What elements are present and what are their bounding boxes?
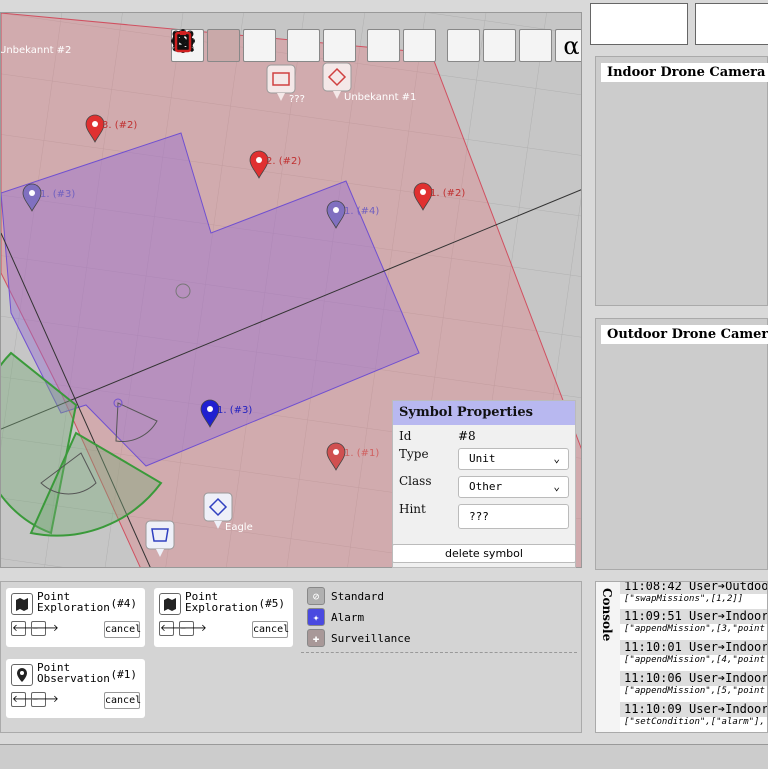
class-label: Class: [399, 474, 432, 488]
symbol-properties-title: Symbol Properties: [393, 401, 575, 425]
clipboard-button[interactable]: [174, 29, 552, 62]
type-value: Unit: [469, 452, 496, 465]
move-left-button[interactable]: 🡐: [11, 621, 39, 636]
clipboard-icon: [174, 31, 192, 53]
console-entry: 11:10:01 User➔Indoor ["appendMission",[4…: [620, 640, 768, 666]
undo-button[interactable]: [173, 29, 400, 62]
top-box-1[interactable]: [590, 3, 688, 45]
redo-button[interactable]: [172, 29, 436, 62]
transform-button[interactable]: [172, 29, 516, 62]
alpha-icon: α: [563, 31, 580, 60]
zoom-in-button[interactable]: [172, 29, 320, 62]
map-point-icon: [11, 593, 33, 615]
console-panel[interactable]: Console 11:08:42 User➔Outdoor ["swapMiss…: [595, 581, 768, 733]
entry-time: 11:10:06 User➔Indoor: [624, 671, 768, 685]
console-entry: 11:08:42 User➔Outdoor ["swapMissions",[1…: [620, 581, 768, 605]
indoor-camera-title: Indoor Drone Camera: [601, 63, 768, 82]
map-toolbar: α: [171, 29, 581, 62]
hint-value: ???: [469, 510, 489, 523]
symbol-properties-panel: Symbol Properties Id #8 Type Unit ⌄ Clas…: [392, 400, 576, 568]
mission-card[interactable]: Point Exploration (#5) 🡐 🡒 cancel: [154, 588, 293, 647]
entry-time: 11:10:01 User➔Indoor: [624, 640, 768, 654]
divider: [301, 652, 577, 653]
entry-command: ["appendMission",[4,"point: [620, 655, 767, 666]
move-left-button[interactable]: 🡐: [11, 692, 39, 707]
type-select[interactable]: Unit ⌄: [458, 448, 569, 470]
console-title: Console: [600, 588, 614, 642]
indoor-camera-panel: Indoor Drone Camera: [595, 56, 768, 306]
condition-label: Alarm: [331, 610, 365, 624]
pin-label: 1. (#4): [344, 206, 380, 217]
move-right-button[interactable]: 🡒: [31, 621, 59, 636]
status-bar: [0, 744, 768, 769]
mission-number: (#4): [110, 597, 138, 610]
console-entry: 11:10:06 User➔Indoor ["appendMission",[5…: [620, 671, 768, 697]
console-entry: 11:10:09 User➔Indoor ["setCondition",["a…: [620, 702, 768, 728]
condition-surveillance[interactable]: ✚ Surveillance: [307, 629, 410, 647]
top-box-2[interactable]: [695, 3, 768, 45]
entry-command: ["setCondition",["alarm"],: [620, 717, 767, 728]
console-entry: 11:09:51 User➔Indoor ["appendMission",[3…: [620, 609, 768, 635]
entry-time: 11:10:09 User➔Indoor: [624, 702, 768, 716]
mission-number: (#1): [110, 668, 138, 681]
chevron-down-icon: ⌄: [553, 480, 560, 493]
move-right-button[interactable]: 🡒: [31, 692, 59, 707]
delete-symbol-button[interactable]: delete symbol: [392, 544, 576, 563]
entry-time: 11:09:51 User➔Indoor: [624, 609, 768, 623]
cancel-button[interactable]: cancel: [104, 692, 141, 709]
console-tab: Console: [596, 582, 620, 732]
missions-panel: Point Exploration (#4) 🡐 🡒 cancel Point …: [0, 581, 582, 733]
pin-label: 2. (#2): [266, 156, 302, 167]
map-point-icon: [159, 593, 181, 615]
location-pin-icon: [11, 664, 33, 686]
outdoor-camera-panel: Outdoor Drone Camera: [595, 318, 768, 570]
class-value: Other: [469, 480, 503, 493]
chevron-down-icon: ⌄: [553, 452, 560, 465]
entry-time: 11:08:42 User➔Outdoor: [624, 581, 768, 593]
pin-label: 1. (#2): [430, 188, 466, 199]
class-select[interactable]: Other ⌄: [458, 476, 569, 498]
cancel-button[interactable]: cancel: [252, 621, 289, 638]
alarm-icon: ✦: [307, 608, 325, 626]
pin-label: 1. (#3): [40, 189, 76, 200]
outdoor-camera-title: Outdoor Drone Camera: [601, 325, 768, 344]
mission-name: Point Observation: [37, 661, 110, 685]
condition-label: Surveillance: [331, 631, 411, 645]
move-left-button[interactable]: 🡐: [159, 621, 187, 636]
mission-card[interactable]: Point Exploration (#4) 🡐 🡒 cancel: [6, 588, 145, 647]
drone-swarm-button[interactable]: [171, 29, 276, 62]
hint-label: Hint: [399, 502, 426, 516]
mission-number: (#5): [258, 597, 286, 610]
drone-button[interactable]: [172, 29, 240, 62]
mission-name: Point Exploration: [37, 590, 110, 614]
pin-label: 3. (#2): [102, 120, 138, 131]
entry-command: ["appendMission",[3,"point: [620, 624, 767, 635]
mission-name: Point Exploration: [185, 590, 258, 614]
condition-label: Standard: [331, 589, 384, 603]
standard-icon: ⊘: [307, 587, 325, 605]
pin-label: 1. (#1): [344, 448, 380, 459]
id-label: Id: [399, 429, 412, 443]
type-label: Type: [399, 447, 429, 461]
label-unbekannt-1: Unbekannt #1: [344, 92, 417, 103]
surveillance-icon: ✚: [307, 629, 325, 647]
id-value: #8: [458, 429, 476, 443]
label-unknown: ???: [289, 94, 305, 105]
hint-input[interactable]: ???: [458, 504, 569, 529]
label-unbekannt-2: Unbekannt #2: [0, 45, 72, 56]
condition-alarm[interactable]: ✦ Alarm: [307, 608, 364, 626]
move-right-button[interactable]: 🡒: [179, 621, 207, 636]
zoom-out-button[interactable]: [172, 29, 356, 62]
pin-label: 1. (#3): [217, 405, 253, 416]
entry-command: ["swapMissions",[1,2]]: [620, 594, 767, 605]
mission-card[interactable]: Point Observation (#1) 🡐 🡒 cancel: [6, 659, 145, 718]
alpha-button[interactable]: α: [555, 29, 581, 62]
label-eagle: Eagle: [225, 522, 253, 533]
cancel-button[interactable]: cancel: [104, 621, 141, 638]
condition-standard[interactable]: ⊘ Standard: [307, 587, 384, 605]
move-button[interactable]: [171, 29, 480, 62]
entry-command: ["appendMission",[5,"point: [620, 686, 767, 697]
